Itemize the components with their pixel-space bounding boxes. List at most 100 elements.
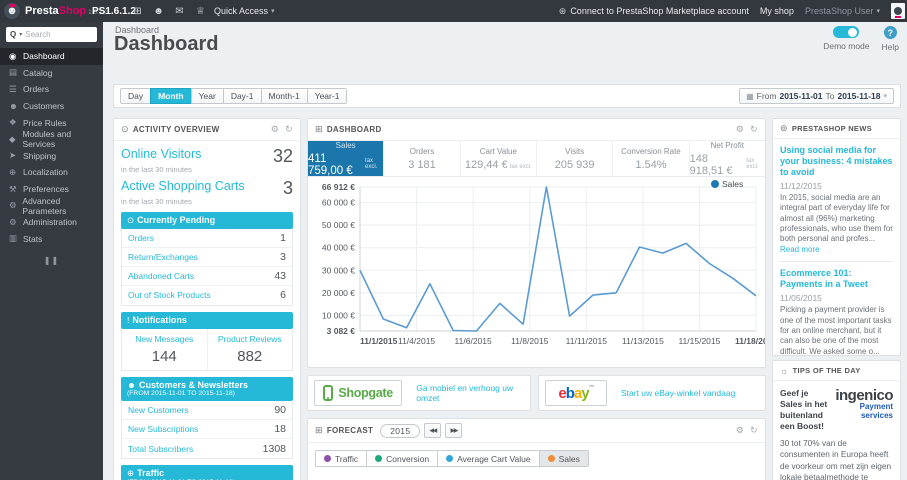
kpi-tab-orders[interactable]: Orders 3 181	[384, 141, 461, 176]
sidebar-item-localization[interactable]: ⊕ Localization	[0, 164, 103, 181]
news-article-title[interactable]: Using social media for your business: 4 …	[780, 145, 893, 178]
read-more-link[interactable]: Read more	[780, 245, 820, 254]
preferences-icon: ⚒	[9, 183, 17, 194]
stat-row-link[interactable]: Orders	[128, 233, 154, 243]
rss-icon: ⊚	[780, 123, 788, 133]
forecast-legend-sales[interactable]: Sales	[538, 450, 589, 467]
shopgate-link[interactable]: Ga mobiel en verhoog uw omzet	[416, 383, 524, 403]
gear-icon[interactable]: ⚙	[736, 124, 744, 135]
activity-stat-online-visitors: Online Visitors 32 in the last 30 minutes	[121, 147, 293, 174]
user-menu-label: PrestaShop User	[804, 6, 874, 16]
ebay-link[interactable]: Start uw eBay-winkel vandaag	[621, 388, 735, 398]
range-button-day-1[interactable]: Day-1	[222, 88, 262, 104]
range-button-month[interactable]: Month	[150, 88, 192, 104]
kpi-tab-cart-value[interactable]: Cart Value 129,44 € tax excl.	[461, 141, 537, 176]
stat-row-link[interactable]: New Subscriptions	[128, 424, 198, 434]
prestashop-logo-icon[interactable]: ☻	[4, 3, 20, 19]
my-shop-link[interactable]: My shop	[760, 6, 794, 16]
svg-text:11/1/2015: 11/1/2015	[360, 336, 398, 346]
notification-col-link[interactable]: Product Reviews	[218, 334, 282, 344]
user-menu[interactable]: PrestaShop User ▾	[805, 6, 880, 16]
notification-col-link[interactable]: New Messages	[135, 334, 193, 344]
sidebar-item-stats[interactable]: ▥ Stats	[0, 231, 103, 248]
cart-icon[interactable]: ⊞	[127, 6, 148, 17]
svg-text:40 000 €: 40 000 €	[322, 243, 355, 253]
forecast-legend-conversion[interactable]: Conversion	[366, 450, 439, 467]
range-button-month-1[interactable]: Month-1	[260, 88, 308, 104]
forecast-legend-average-cart-value[interactable]: Average Cart Value	[437, 450, 540, 467]
refresh-icon[interactable]: ↻	[750, 124, 758, 135]
demo-mode-toggle[interactable]	[833, 26, 860, 38]
activity-stat-label[interactable]: Online Visitors	[121, 147, 201, 161]
sidebar-item-advanced-parameters[interactable]: ⚙ Advanced Parameters	[0, 196, 103, 216]
next-year-button[interactable]: ▶▶	[445, 423, 463, 438]
search-input[interactable]: Q ▾ Search	[6, 27, 97, 42]
shopgate-banner[interactable]: Shopgate Ga mobiel en verhoog uw omzet	[307, 375, 531, 411]
brand-presta: Presta	[25, 5, 59, 17]
stat-row-link[interactable]: Abandoned Carts	[128, 271, 194, 281]
news-panel-title: PRESTASHOP NEWS	[791, 124, 872, 133]
gear-icon[interactable]: ⚙	[736, 425, 744, 436]
range-button-day[interactable]: Day	[120, 88, 152, 104]
refresh-icon[interactable]: ↻	[285, 124, 293, 135]
svg-text:50 000 €: 50 000 €	[322, 220, 355, 230]
stat-row-link[interactable]: New Customers	[128, 405, 188, 415]
section-header-currently-pending: ⊙ Currently Pending	[121, 212, 293, 229]
range-button-year[interactable]: Year	[190, 88, 224, 104]
forecast-year[interactable]: 2015	[380, 423, 421, 438]
previous-year-button[interactable]: ◀◀	[424, 423, 442, 438]
legend-dot	[547, 455, 555, 462]
sidebar-item-modules-and-services[interactable]: ◆ Modules and Services	[0, 129, 103, 149]
gear-icon[interactable]: ⚙	[271, 124, 279, 135]
help-icon[interactable]: ?	[883, 26, 897, 39]
range-button-year-1[interactable]: Year-1	[306, 88, 348, 104]
stat-row-link[interactable]: Return/Exchanges	[128, 252, 198, 262]
forecast-legend: Traffic Conversion Average Cart Value Sales	[315, 450, 765, 467]
marketplace-link[interactable]: ⊛ Connect to PrestaShop Marketplace acco…	[559, 6, 749, 17]
tips-panel-title: TIPS OF THE DAY	[792, 366, 861, 375]
svg-text:11/13/2015: 11/13/2015	[622, 336, 664, 346]
svg-text:3 082 €: 3 082 €	[327, 326, 356, 336]
date-range-picker[interactable]: ▦ From 2015-11-01 To 2015-11-18 ▾	[739, 88, 894, 104]
refresh-icon[interactable]: ↻	[750, 425, 758, 436]
news-article-title[interactable]: Ecommerce 101: Payments in a Tweet	[780, 268, 893, 290]
globe-icon: ⊕	[127, 468, 135, 479]
sidebar-item-administration[interactable]: ⚙ Administration	[0, 214, 103, 231]
sidebar-collapse-button[interactable]: ❚❚	[0, 256, 103, 265]
activity-panel-title: ACTIVITY OVERVIEW	[132, 125, 220, 134]
sidebar-item-customers[interactable]: ☻ Customers	[0, 98, 103, 115]
activity-stat-label[interactable]: Active Shopping Carts	[121, 179, 245, 193]
stat-row-link[interactable]: Total Subscribers	[128, 444, 193, 454]
sidebar: Q ▾ Search ◉ Dashboard ▤ Catalog ☰ Orders ☻ Cus…	[0, 22, 103, 480]
logo-beanie	[9, 4, 16, 7]
sidebar-item-dashboard[interactable]: ◉ Dashboard	[0, 48, 103, 65]
kpi-label: Conversion Rate	[621, 146, 681, 156]
lightbulb-icon: ☼	[780, 365, 789, 376]
stat-row-link[interactable]: Out of Stock Products	[128, 290, 211, 300]
ebay-letter: b	[565, 384, 575, 402]
profile-icon[interactable]: ☻	[148, 6, 169, 17]
legend-label: Sales	[558, 453, 580, 464]
sidebar-item-label: Stats	[23, 233, 43, 244]
section-header-traffic: ⊕Traffic(FROM 2015-11-01 TO 2015-11-18)	[121, 465, 293, 480]
topbar-icons: ⊞ ☻ ✉ ♕	[127, 0, 211, 22]
svg-text:Sales: Sales	[722, 179, 743, 189]
kpi-label: Sales	[335, 140, 356, 150]
sidebar-item-shipping[interactable]: ➤ Shipping	[0, 148, 103, 165]
forecast-legend-traffic[interactable]: Traffic	[315, 450, 368, 467]
quick-access-menu[interactable]: Quick Access ▾	[214, 0, 275, 22]
sidebar-item-catalog[interactable]: ▤ Catalog	[0, 65, 103, 82]
sidebar-item-orders[interactable]: ☰ Orders	[0, 81, 103, 98]
stat-row-new-customers: New Customers 90	[122, 401, 292, 421]
kpi-tab-net-profit[interactable]: Net Profit 148 918,51 € tax excl.	[690, 141, 765, 177]
mail-icon[interactable]: ✉	[169, 6, 190, 17]
kpi-tab-conversion-rate[interactable]: Conversion Rate 1.54%	[613, 141, 690, 176]
trophy-icon[interactable]: ♕	[190, 6, 211, 17]
ebay-banner[interactable]: ebay™ Start uw eBay-winkel vandaag	[538, 375, 766, 411]
kpi-tab-visits[interactable]: Visits 205 939	[537, 141, 614, 176]
news-body: Using social media for your business: 4 …	[773, 139, 900, 355]
chevron-down-icon: ▾	[883, 93, 887, 100]
legend-sales-dot	[711, 180, 719, 188]
avatar[interactable]	[891, 3, 905, 19]
kpi-tab-sales[interactable]: Sales 411 759,00 € tax excl.	[308, 140, 385, 177]
